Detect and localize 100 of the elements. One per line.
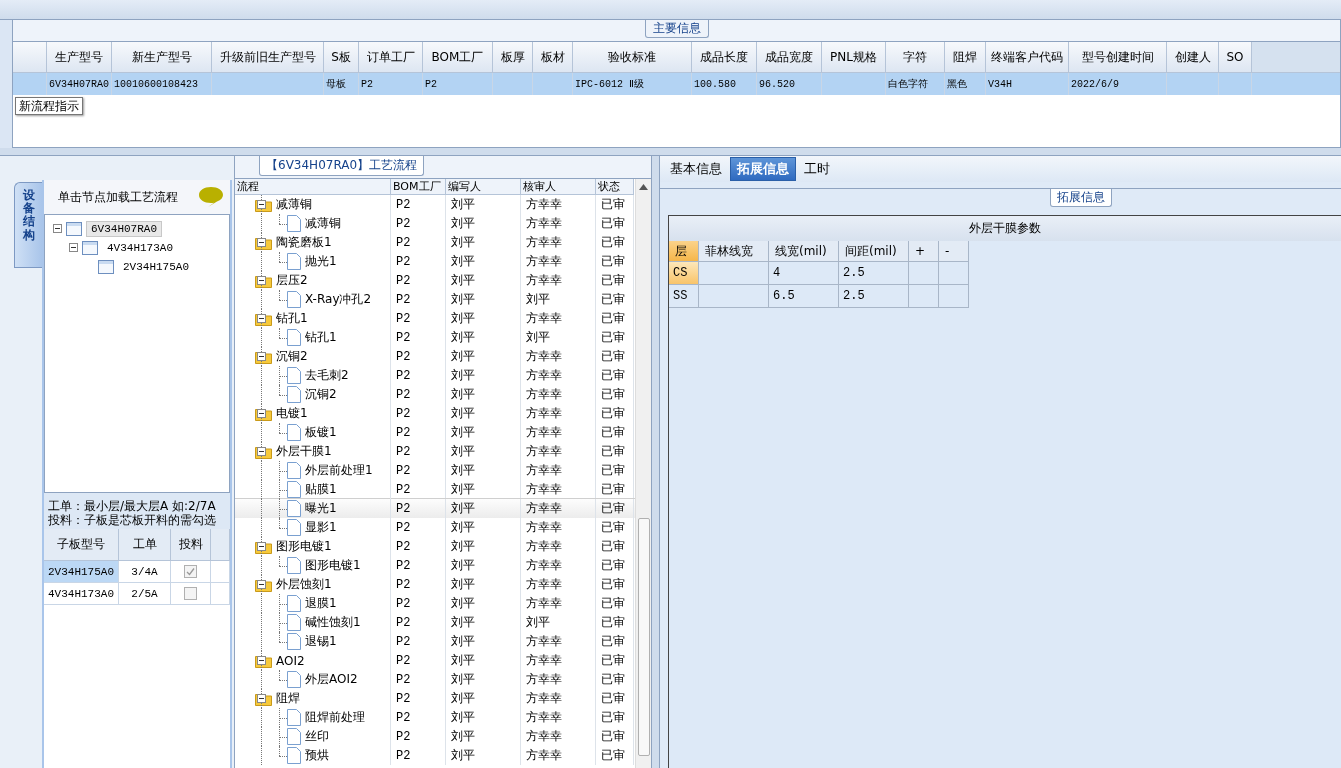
column-header[interactable]: 菲林线宽 — [699, 241, 769, 262]
table-cell: 100.580 — [692, 73, 757, 95]
column-header[interactable]: 流程 — [235, 179, 391, 195]
column-header[interactable]: 升级前旧生产型号 — [212, 42, 324, 73]
column-header[interactable]: 子板型号 — [44, 529, 119, 561]
column-header[interactable]: 成品宽度 — [757, 42, 822, 73]
checkbox[interactable] — [184, 587, 197, 600]
collapse-icon[interactable] — [257, 656, 266, 665]
file-icon — [287, 671, 301, 688]
collapse-icon[interactable] — [257, 276, 266, 285]
tree-node[interactable]: 4V34H173A0 — [102, 239, 178, 256]
table-cell — [939, 262, 969, 285]
collapse-icon[interactable] — [257, 542, 266, 551]
file-icon — [287, 424, 301, 441]
collapse-icon[interactable] — [53, 224, 62, 233]
table-cell[interactable]: 2V34H175A0 — [44, 561, 119, 583]
collapse-icon[interactable] — [257, 352, 266, 361]
table-cell: 3/4A — [119, 561, 171, 583]
column-header[interactable]: 核审人 — [521, 179, 596, 195]
column-header[interactable]: 终端客户代码 — [986, 42, 1069, 73]
tree-node[interactable]: 2V34H175A0 — [118, 258, 194, 275]
column-header[interactable]: 编写人 — [446, 179, 521, 195]
table-cell: P2 — [423, 73, 493, 95]
process-step: 减薄铜 — [276, 196, 312, 213]
collapse-icon[interactable] — [257, 314, 266, 323]
checkbox[interactable] — [184, 565, 197, 578]
table-cell[interactable]: CS — [669, 262, 699, 285]
file-icon — [287, 367, 301, 384]
column-header[interactable]: SO — [1219, 42, 1252, 73]
table-cell: P2 — [359, 73, 423, 95]
side-tab[interactable]: 设备结构 — [14, 182, 42, 268]
collapse-icon[interactable] — [257, 580, 266, 589]
folder-icon — [255, 577, 272, 592]
table-cell[interactable]: SS — [669, 285, 699, 308]
column-header[interactable]: 成品长度 — [692, 42, 757, 73]
table-cell — [909, 262, 939, 285]
column-header[interactable]: PNL规格 — [822, 42, 886, 73]
column-header[interactable]: 验收标准 — [573, 42, 692, 73]
table-cell: 6V34H07RA0 — [47, 73, 112, 95]
table-cell: 黑色 — [945, 73, 986, 95]
column-header[interactable]: 字符 — [886, 42, 945, 73]
column-header[interactable]: BOM工厂 — [423, 42, 493, 73]
scrollbar[interactable] — [635, 179, 651, 768]
table-cell[interactable]: 4V34H173A0 — [44, 583, 119, 605]
file-icon — [287, 291, 301, 308]
node-icon — [98, 259, 114, 274]
tab[interactable]: 基本信息 — [664, 157, 728, 181]
collapse-icon[interactable] — [69, 243, 78, 252]
collapse-icon[interactable] — [257, 447, 266, 456]
collapse-icon[interactable] — [257, 409, 266, 418]
column-header[interactable]: 状态 — [596, 179, 634, 195]
column-header[interactable]: - — [939, 241, 969, 262]
table-cell: IPC-6012 Ⅱ级 — [573, 73, 692, 95]
process-step: 退锡1 — [305, 633, 337, 650]
table-cell: 10010600108423 — [112, 73, 212, 95]
process-step: 电镀1 — [276, 405, 308, 422]
table-cell — [909, 285, 939, 308]
scroll-up-icon[interactable] — [639, 184, 648, 190]
file-icon — [287, 557, 301, 574]
tab[interactable]: 工时 — [798, 157, 836, 181]
collapse-icon[interactable] — [257, 694, 266, 703]
column-header[interactable]: + — [909, 241, 939, 262]
column-header[interactable]: 板厚 — [493, 42, 533, 73]
note-text: 投料：子板是芯板开料的需勾选 — [48, 513, 217, 527]
folder-icon — [255, 273, 272, 288]
tab[interactable]: 拓展信息 — [730, 157, 796, 181]
table-title: 外层干膜参数 — [669, 216, 1341, 241]
column-header[interactable]: 层 — [669, 241, 699, 262]
folder-icon — [255, 197, 272, 212]
table-cell — [699, 262, 769, 285]
column-header[interactable]: BOM工厂 — [391, 179, 446, 195]
column-header[interactable]: 工单 — [119, 529, 171, 561]
tree-node[interactable]: 6V34H07RA0 — [86, 220, 162, 237]
process-step: 抛光1 — [305, 253, 337, 270]
column-header[interactable]: 阻焊 — [945, 42, 986, 73]
column-header[interactable]: S板 — [324, 42, 359, 73]
table-cell: P2 — [391, 746, 446, 765]
column-header[interactable]: 板材 — [533, 42, 573, 73]
column-header[interactable]: 新生产型号 — [112, 42, 212, 73]
node-icon — [82, 240, 98, 255]
column-header[interactable]: 创建人 — [1167, 42, 1219, 73]
column-header[interactable]: 生产型号 — [47, 42, 112, 73]
process-step: 外层蚀刻1 — [276, 576, 332, 593]
column-header[interactable]: 投料 — [171, 529, 211, 561]
collapse-icon[interactable] — [257, 238, 266, 247]
file-icon — [287, 747, 301, 764]
folder-icon — [255, 653, 272, 668]
column-header[interactable]: 型号创建时间 — [1069, 42, 1167, 73]
table-row[interactable]: 6V34H07RA0 10010600108423 母板 P2 P2 IPC-6012 Ⅱ级 100.580 96.520 白色字符 黑色 V34H 2022/6/9 — [13, 73, 1340, 95]
file-icon — [287, 614, 301, 631]
process-row[interactable]: 曝光1 P2 刘平 方幸幸 已审 — [235, 499, 635, 518]
note-text: 工单：最小层/最大层A 如:2/7A — [48, 499, 217, 513]
collapse-icon[interactable] — [257, 200, 266, 209]
hint-text: 单击节点加载工艺流程 — [58, 188, 178, 206]
column-header[interactable]: 订单工厂 — [359, 42, 423, 73]
process-step: 显影1 — [305, 519, 337, 536]
process-step: 层压2 — [276, 272, 308, 289]
column-header[interactable]: 间距(mil) — [839, 241, 909, 262]
column-header[interactable]: 线宽(mil) — [769, 241, 839, 262]
folder-icon — [255, 691, 272, 706]
